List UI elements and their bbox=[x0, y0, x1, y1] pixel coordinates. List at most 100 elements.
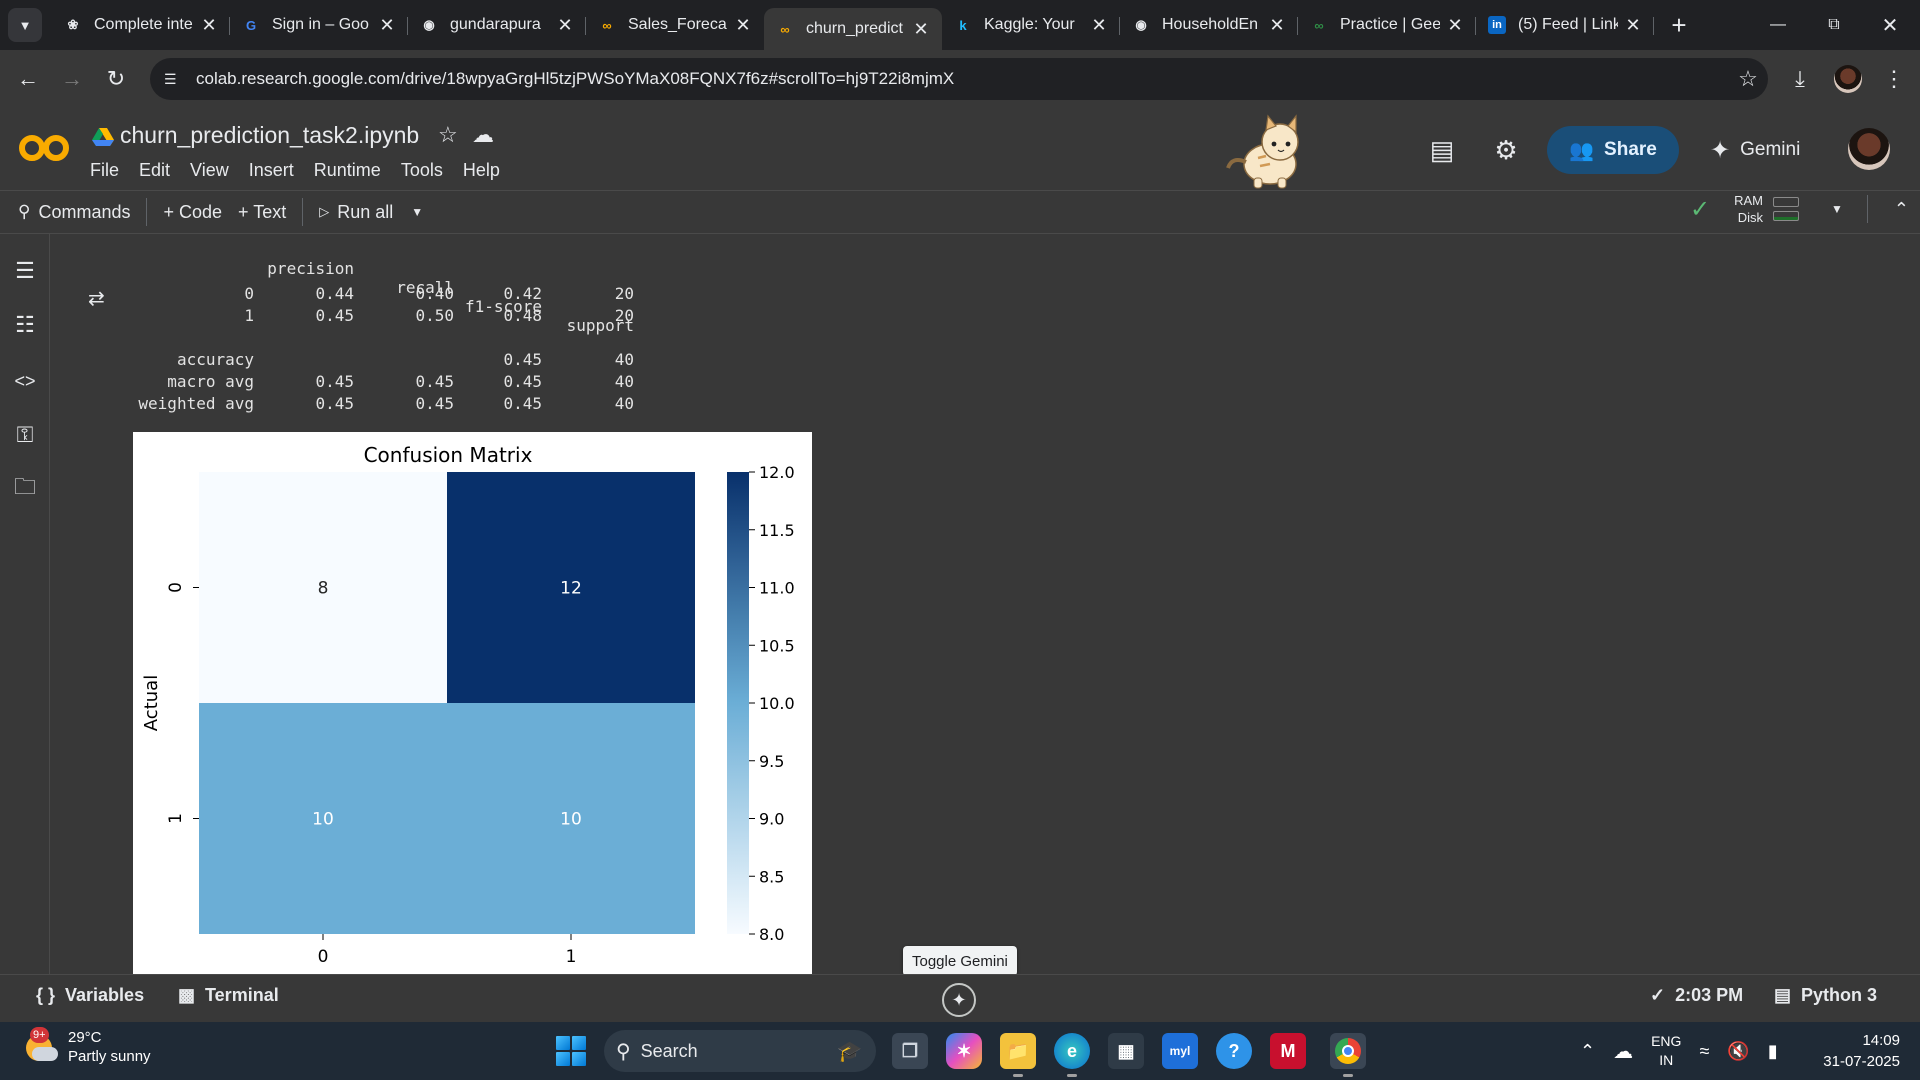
notebook-title[interactable]: churn_prediction_task2.ipynb bbox=[120, 122, 419, 149]
browser-tab[interactable]: ∞ Practice | Gee ✕ bbox=[1298, 0, 1476, 50]
restore-button[interactable]: ⧉ bbox=[1806, 0, 1862, 50]
close-tab-icon[interactable]: ✕ bbox=[734, 15, 752, 36]
chrome-browser-icon[interactable] bbox=[1330, 1033, 1366, 1077]
browser-tab[interactable]: k Kaggle: Your ✕ bbox=[942, 0, 1120, 50]
comments-button[interactable]: ▤ bbox=[1424, 132, 1460, 168]
taskbar-search[interactable]: ⚲ Search 🎓 bbox=[604, 1030, 876, 1072]
tab-search-button[interactable]: ▼ bbox=[8, 8, 42, 42]
new-tab-button[interactable]: + bbox=[1662, 8, 1696, 42]
browser-menu-button[interactable]: ⋮ bbox=[1874, 59, 1914, 99]
browser-tab[interactable]: in (5) Feed | Link ✕ bbox=[1476, 0, 1654, 50]
chevron-down-icon[interactable]: ▼ bbox=[1831, 202, 1843, 216]
browser-tab[interactable]: ∞ Sales_Foreca ✕ bbox=[586, 0, 764, 50]
toggle-gemini-button[interactable]: ✦ bbox=[942, 983, 976, 1017]
report-cell-label: 1 bbox=[244, 306, 254, 325]
downloads-button[interactable]: ⤓ bbox=[1780, 59, 1820, 99]
chevron-up-icon[interactable]: ⌃ bbox=[1580, 1041, 1595, 1062]
forward-button[interactable]: → bbox=[52, 59, 92, 99]
help-app-icon[interactable]: ? bbox=[1216, 1033, 1252, 1069]
close-icon: ✕ bbox=[1881, 14, 1899, 37]
edge-browser-icon[interactable]: e bbox=[1054, 1033, 1090, 1077]
more-vert-icon: ⋮ bbox=[1883, 66, 1905, 91]
add-code-button[interactable]: + Code bbox=[147, 202, 238, 223]
run-all-button[interactable]: ▷ Run all ▼ bbox=[303, 202, 439, 223]
share-button[interactable]: 👥 Share bbox=[1547, 126, 1679, 174]
minimize-button[interactable]: — bbox=[1750, 0, 1806, 50]
browser-tab[interactable]: ❀ Complete inte ✕ bbox=[52, 0, 230, 50]
copilot-icon[interactable]: ✶ bbox=[946, 1033, 982, 1069]
code-snippets-icon[interactable]: <> bbox=[10, 366, 40, 396]
reload-button[interactable]: ↻ bbox=[96, 59, 136, 99]
run-all-label: Run all bbox=[337, 201, 394, 222]
restore-icon: ⧉ bbox=[1828, 16, 1840, 33]
close-tab-icon[interactable]: ✕ bbox=[200, 15, 218, 36]
find-replace-icon[interactable]: ☷ bbox=[10, 310, 40, 340]
google-icon: G bbox=[245, 17, 257, 33]
close-tab-icon[interactable]: ✕ bbox=[1090, 15, 1108, 36]
browser-tab[interactable]: ∞ churn_predict ✕ bbox=[764, 8, 942, 50]
browser-tab[interactable]: ◉ gundarapura ✕ bbox=[408, 0, 586, 50]
report-cell-support: 40 bbox=[614, 350, 634, 369]
site-info-icon[interactable]: ☰ bbox=[164, 71, 184, 88]
commands-button[interactable]: ⚲ Commands bbox=[0, 202, 146, 223]
secrets-key-icon[interactable]: ⚿ bbox=[10, 420, 40, 450]
wifi-icon[interactable]: ≈ bbox=[1699, 1041, 1709, 1062]
report-header-row: precision recall f1-score support bbox=[108, 240, 708, 335]
menu-file[interactable]: File bbox=[90, 160, 119, 181]
onedrive-cloud-icon[interactable]: ☁ bbox=[1613, 1039, 1633, 1064]
menu-edit[interactable]: Edit bbox=[139, 160, 170, 181]
browser-tab[interactable]: G Sign in – Goo ✕ bbox=[230, 0, 408, 50]
back-button[interactable]: ← bbox=[8, 59, 48, 99]
browser-tab[interactable]: ◉ HouseholdEn ✕ bbox=[1120, 0, 1298, 50]
cell-output-area: ⇄ precision recall f1-score support 0 0.4… bbox=[50, 234, 1900, 974]
close-tab-icon[interactable]: ✕ bbox=[556, 15, 574, 36]
chevron-down-icon[interactable]: ▼ bbox=[411, 205, 423, 219]
menu-tools[interactable]: Tools bbox=[401, 160, 443, 181]
microsoft-store-icon[interactable]: ▦ bbox=[1108, 1033, 1144, 1069]
settings-button[interactable]: ⚙ bbox=[1488, 132, 1524, 168]
start-button[interactable] bbox=[556, 1036, 586, 1066]
table-of-contents-icon[interactable]: ☰ bbox=[10, 256, 40, 286]
menu-view[interactable]: View bbox=[190, 160, 229, 181]
taskbar-clock[interactable]: 14:09 31-07-2025 bbox=[1812, 1030, 1900, 1072]
close-window-button[interactable]: ✕ bbox=[1862, 0, 1918, 50]
runtime-resources[interactable]: ✓ RAM Disk ▼ ⌃ bbox=[1690, 193, 1909, 225]
language-indicator[interactable]: ENG IN bbox=[1651, 1032, 1681, 1070]
y-tick-label: 0 bbox=[166, 582, 186, 593]
runtime-type[interactable]: ▤ Python 3 bbox=[1774, 985, 1877, 1006]
speaker-muted-icon[interactable]: 🔇 bbox=[1727, 1041, 1749, 1062]
variables-button[interactable]: { } Variables bbox=[36, 985, 144, 1006]
bookmark-star-icon[interactable]: ☆ bbox=[1728, 66, 1768, 92]
close-tab-icon[interactable]: ✕ bbox=[1446, 15, 1464, 36]
account-avatar[interactable] bbox=[1848, 128, 1890, 170]
mylic-app-icon[interactable]: myl bbox=[1162, 1033, 1198, 1069]
tab-title: (5) Feed | Link bbox=[1518, 16, 1618, 33]
menu-help[interactable]: Help bbox=[463, 160, 500, 181]
report-cell-label: weighted avg bbox=[138, 394, 254, 413]
gemini-button[interactable]: ✦ Gemini bbox=[1710, 132, 1800, 168]
files-folder-icon[interactable]: 🗀 bbox=[10, 474, 40, 504]
chevron-up-icon[interactable]: ⌃ bbox=[1894, 199, 1909, 220]
mcafee-icon[interactable]: M bbox=[1270, 1033, 1306, 1069]
task-view-icon[interactable]: ❐ bbox=[892, 1033, 928, 1069]
resource-labels: RAM Disk bbox=[1734, 193, 1763, 225]
colab-logo-icon[interactable] bbox=[18, 130, 70, 166]
weather-widget[interactable]: 9+ 29°C Partly sunny bbox=[22, 1027, 151, 1066]
close-tab-icon[interactable]: ✕ bbox=[1268, 15, 1286, 36]
file-explorer-icon[interactable]: 📁 bbox=[1000, 1033, 1036, 1077]
menu-runtime[interactable]: Runtime bbox=[314, 160, 381, 181]
close-tab-icon[interactable]: ✕ bbox=[378, 15, 396, 36]
profile-avatar[interactable] bbox=[1834, 65, 1862, 93]
menu-insert[interactable]: Insert bbox=[249, 160, 294, 181]
close-tab-icon[interactable]: ✕ bbox=[912, 19, 930, 40]
close-tab-icon[interactable]: ✕ bbox=[1624, 15, 1642, 36]
add-text-button[interactable]: + Text bbox=[238, 202, 302, 223]
report-cell-f1: 0.42 bbox=[503, 284, 542, 303]
star-icon[interactable]: ☆ bbox=[438, 122, 458, 148]
terminal-button[interactable]: ▩ Terminal bbox=[178, 985, 279, 1006]
omnibox[interactable]: ☰ colab.research.google.com/drive/18wpya… bbox=[150, 58, 1768, 100]
last-execution-status[interactable]: ✓ 2:03 PM bbox=[1650, 985, 1743, 1006]
variables-label: Variables bbox=[65, 985, 145, 1005]
url-text[interactable]: colab.research.google.com/drive/18wpyaGr… bbox=[196, 69, 1728, 89]
battery-icon[interactable]: ▮ bbox=[1768, 1041, 1778, 1062]
